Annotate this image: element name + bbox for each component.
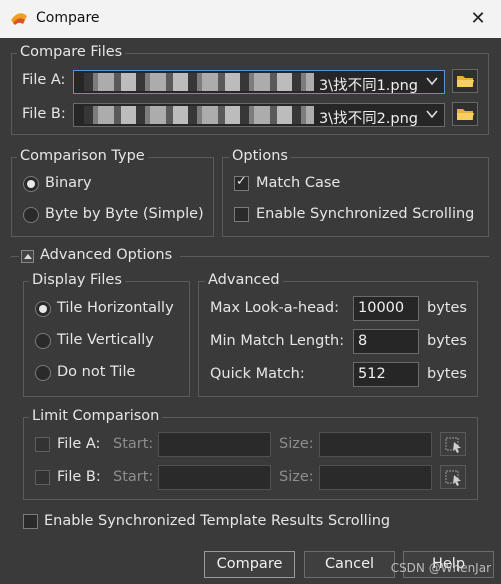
limit-file-a-start-input[interactable] [158, 432, 271, 457]
sync-scroll-checkbox[interactable] [234, 207, 249, 222]
redacted-path [84, 73, 314, 91]
file-b-value: 3\找不同2.png [318, 111, 418, 127]
quick-match-input[interactable]: 512 [353, 362, 419, 387]
selection-icon [445, 437, 461, 453]
quick-match-label: Quick Match: [210, 366, 305, 382]
options-group [222, 157, 489, 237]
compare-files-legend: Compare Files [17, 44, 126, 60]
limit-file-b-start-input[interactable] [158, 465, 271, 490]
watermark-text: CSDN @WhenJar [390, 561, 491, 575]
browse-file-a-button[interactable] [452, 69, 478, 93]
limit-file-b-size-label: Size: [279, 469, 314, 485]
comparison-type-legend: Comparison Type [17, 148, 148, 164]
check-icon: ✓ [236, 174, 247, 189]
limit-file-a-start-label: Start: [113, 436, 154, 452]
file-a-combo[interactable]: 3\找不同1.png [73, 70, 445, 94]
limit-file-a-select-button[interactable] [440, 432, 466, 456]
tile-vertically-radio[interactable] [35, 333, 51, 349]
limit-file-a-size-input[interactable] [319, 432, 432, 457]
close-icon[interactable]: ✕ [465, 6, 491, 32]
file-a-label: File A: [22, 72, 66, 88]
cancel-button[interactable]: Cancel [304, 551, 395, 578]
advanced-separator-right [180, 256, 489, 257]
browse-file-b-button[interactable] [452, 102, 478, 126]
app-icon [11, 13, 27, 25]
file-b-combo[interactable]: 3\找不同2.png [73, 103, 445, 127]
limit-file-b-size-input[interactable] [319, 465, 432, 490]
match-case-checkbox[interactable]: ✓ [234, 174, 249, 191]
sync-scroll-label: Enable Synchronized Scrolling [256, 206, 475, 222]
quick-match-unit: bytes [427, 366, 467, 382]
max-lookahead-input[interactable]: 10000 [353, 296, 419, 321]
max-lookahead-label: Max Look-a-head: [210, 300, 339, 316]
options-legend: Options [229, 148, 291, 164]
max-lookahead-unit: bytes [427, 300, 467, 316]
compare-button[interactable]: Compare [204, 551, 295, 578]
match-case-label: Match Case [256, 175, 341, 191]
file-a-value: 3\找不同1.png [318, 78, 418, 94]
limit-file-a-checkbox[interactable] [35, 437, 50, 452]
selection-icon [445, 470, 461, 486]
min-match-unit: bytes [427, 333, 467, 349]
min-match-label: Min Match Length: [210, 333, 345, 349]
collapse-toggle-icon[interactable] [21, 250, 34, 263]
limit-file-a-size-label: Size: [279, 436, 314, 452]
advanced-options-label[interactable]: Advanced Options [40, 247, 172, 263]
title-bar: Compare ✕ [0, 0, 501, 38]
display-files-legend: Display Files [29, 272, 125, 288]
template-sync-label: Enable Synchronized Template Results Scr… [44, 513, 391, 529]
template-sync-checkbox[interactable] [23, 514, 38, 529]
limit-file-b-select-button[interactable] [440, 465, 466, 489]
folder-icon [457, 109, 474, 120]
do-not-tile-label: Do not Tile [57, 364, 136, 380]
tile-horizontally-label: Tile Horizontally [57, 300, 174, 316]
binary-radio[interactable] [23, 176, 39, 192]
window-title: Compare [36, 10, 100, 26]
limit-file-b-start-label: Start: [113, 469, 154, 485]
chevron-down-icon [426, 77, 438, 86]
advanced-legend: Advanced [205, 272, 283, 288]
limit-file-b-label: File B: [57, 469, 101, 485]
limit-file-a-label: File A: [57, 436, 101, 452]
min-match-input[interactable]: 8 [353, 329, 419, 354]
folder-icon [457, 76, 474, 87]
byte-by-byte-label: Byte by Byte (Simple) [45, 206, 204, 222]
do-not-tile-radio[interactable] [35, 365, 51, 381]
advanced-separator-left [11, 256, 19, 257]
binary-label: Binary [45, 175, 92, 191]
file-b-label: File B: [22, 106, 66, 122]
limit-comparison-legend: Limit Comparison [29, 408, 163, 424]
redacted-path [84, 106, 314, 124]
tile-horizontally-radio[interactable] [35, 301, 51, 317]
limit-file-b-checkbox[interactable] [35, 470, 50, 485]
comparison-type-group [11, 157, 214, 237]
tile-vertically-label: Tile Vertically [57, 332, 154, 348]
byte-by-byte-radio[interactable] [23, 207, 39, 223]
chevron-down-icon [426, 110, 438, 119]
